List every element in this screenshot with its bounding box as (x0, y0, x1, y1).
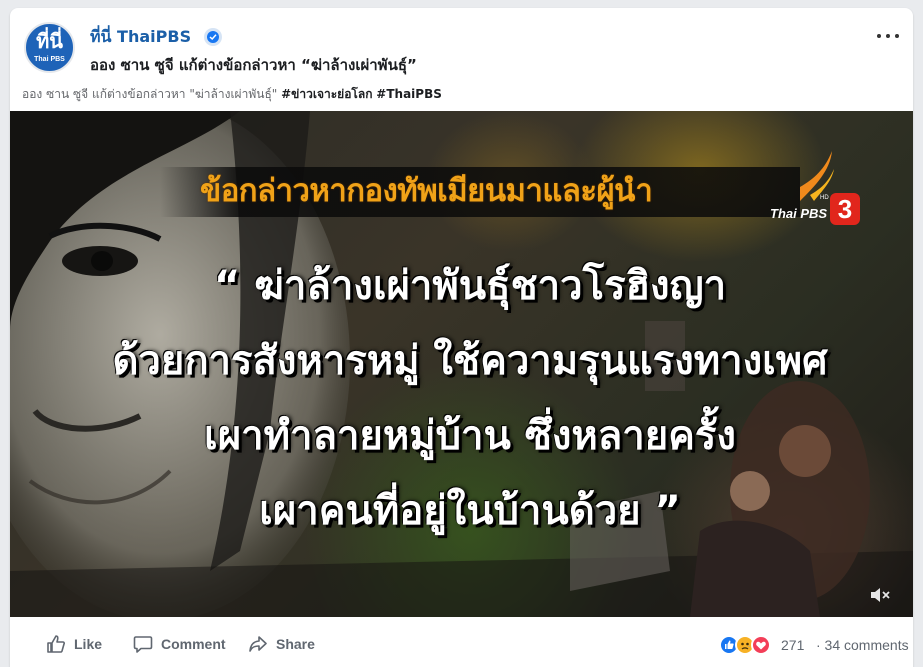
channel-name: Thai PBS (770, 206, 828, 221)
quote-line-2: ด้วยการสังหารหมู่ ใช้ความรุนแรงทางเพศ (112, 338, 828, 384)
thumbs-up-icon (47, 635, 65, 653)
quote-line-4: เผาคนที่อยู่ในบ้านด้วย ” (259, 488, 681, 534)
channel-logo: Thai PBS HD 3 (770, 151, 870, 231)
post-caption: ออง ซาน ซูจี แก้ต่างข้อกล่าวหา "ฆ่าล้างเ… (22, 85, 442, 103)
page-name-link[interactable]: ที่นี่ ThaiPBS (90, 27, 191, 47)
post-title: ออง ซาน ซูจี แก้ต่างข้อกล่าวหา “ฆ่าล้างเ… (90, 56, 417, 74)
caption-text: ออง ซาน ซูจี แก้ต่างข้อกล่าวหา "ฆ่าล้างเ… (22, 87, 282, 101)
post-actions-bar: Like Comment Share 271 · 34 comments (10, 617, 913, 667)
page-avatar[interactable]: ที่นี่ Thai PBS (24, 22, 75, 73)
video-headline: ข้อกล่าวหากองทัพเมียนมาและผู้นำ (200, 173, 653, 209)
hashtag-link[interactable]: #ข่าวเจาะย่อโลก (281, 87, 372, 101)
reactions-summary[interactable] (719, 635, 781, 655)
comment-bubble-icon (133, 636, 153, 653)
verified-badge-icon (204, 28, 222, 46)
avatar-logo-text: ที่นี่ (36, 29, 63, 53)
like-label: Like (74, 636, 103, 652)
share-label: Share (276, 636, 315, 652)
volume-muted-icon[interactable] (868, 583, 892, 607)
more-options-icon[interactable] (876, 28, 900, 44)
comment-label: Comment (161, 636, 226, 652)
post-header: ที่นี่ Thai PBS ที่นี่ ThaiPBS ออง ซาน ซ… (10, 8, 913, 108)
video-player[interactable]: ข้อกล่าวหากองทัพเมียนมาและผู้นำ Thai PBS… (10, 111, 913, 617)
channel-number: 3 (830, 193, 860, 225)
avatar-logo-subtext: Thai PBS (34, 56, 65, 63)
comments-count-link[interactable]: · 34 comments (816, 636, 909, 654)
channel-hd-mark: HD (820, 195, 829, 201)
love-reaction-icon (751, 635, 771, 655)
reaction-count[interactable]: 271 (781, 636, 804, 654)
like-button[interactable]: Like (46, 634, 116, 654)
share-button[interactable]: Share (248, 634, 328, 654)
share-arrow-icon (249, 636, 267, 652)
quote-line-3: เผาทำลายหมู่บ้าน ซึ่งหลายครั้ง (204, 413, 736, 459)
hashtag-link[interactable]: #ThaiPBS (376, 87, 442, 101)
post-card: ที่นี่ Thai PBS ที่นี่ ThaiPBS ออง ซาน ซ… (10, 8, 913, 667)
quote-line-1: “ ฆ่าล้างเผ่าพันธุ์ชาวโรฮิงญา (213, 263, 727, 309)
comment-button[interactable]: Comment (133, 634, 233, 654)
